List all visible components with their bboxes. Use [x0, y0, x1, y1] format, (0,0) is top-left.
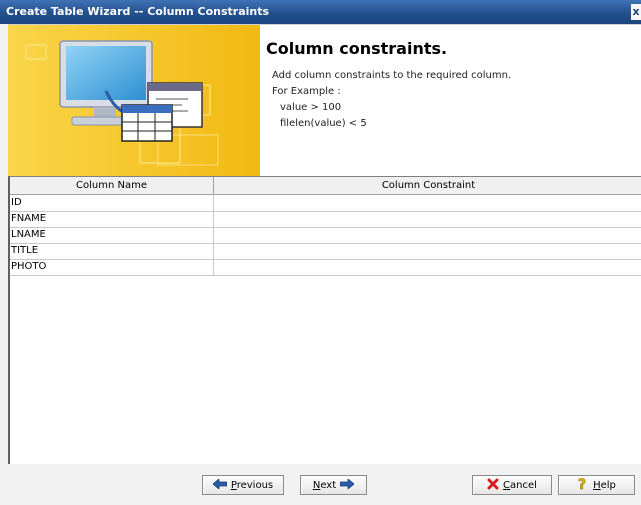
wizard-banner [8, 25, 260, 177]
column-constraint-cell[interactable] [214, 195, 641, 211]
close-icon: x [632, 5, 640, 18]
table-header: Column Name Column Constraint [10, 177, 641, 195]
header-description: Add column constraints to the required c… [272, 68, 511, 132]
cancel-label-mnemonic: C [503, 479, 511, 491]
cancel-label: ancel [510, 479, 537, 491]
next-label: ext [320, 479, 337, 491]
next-button[interactable]: Next [300, 475, 367, 495]
svg-text:?: ? [578, 477, 586, 491]
monitor-to-table-icon [8, 25, 260, 177]
example-line: value > 100 [280, 102, 342, 113]
column-header-constraint[interactable]: Column Constraint [214, 177, 641, 194]
column-header-name[interactable]: Column Name [10, 177, 214, 194]
red-x-icon [487, 478, 499, 492]
page-title: Column constraints. [266, 39, 448, 58]
previous-button[interactable]: Previous [202, 475, 284, 495]
table-row[interactable]: ID [10, 195, 641, 212]
column-constraint-cell[interactable] [214, 259, 641, 275]
description-line: Add column constraints to the required c… [272, 70, 512, 81]
table-row[interactable]: TITLE [10, 243, 641, 260]
arrow-left-icon [212, 478, 228, 491]
close-button[interactable]: x [631, 4, 641, 20]
arrow-right-icon [339, 478, 355, 491]
window-title: Create Table Wizard -- Column Constraint… [6, 5, 270, 18]
constraints-table[interactable]: Column Name Column Constraint ID FNAME L… [8, 176, 641, 466]
question-mark-icon: ? [577, 477, 589, 494]
table-row[interactable]: FNAME [10, 211, 641, 228]
column-name-cell[interactable]: LNAME [10, 227, 214, 243]
help-button[interactable]: ? Help [558, 475, 635, 495]
previous-label: revious [236, 479, 274, 491]
help-label: elp [600, 479, 616, 491]
title-bar[interactable]: Create Table Wizard -- Column Constraint… [0, 0, 641, 24]
column-name-cell[interactable]: ID [10, 195, 214, 211]
column-constraint-cell[interactable] [214, 227, 641, 243]
wizard-footer: Previous Next Cancel ? Help [8, 464, 641, 505]
column-constraint-cell[interactable] [214, 243, 641, 259]
column-name-cell[interactable]: FNAME [10, 211, 214, 227]
table-row[interactable]: PHOTO [10, 259, 641, 276]
wizard-window: Create Table Wizard -- Column Constraint… [0, 0, 641, 505]
table-row[interactable]: LNAME [10, 227, 641, 244]
column-name-cell[interactable]: TITLE [10, 243, 214, 259]
example-line: filelen(value) < 5 [280, 118, 367, 129]
column-name-cell[interactable]: PHOTO [10, 259, 214, 275]
help-label-mnemonic: H [593, 479, 601, 491]
column-constraint-cell[interactable] [214, 211, 641, 227]
wizard-header: Column constraints. Add column constrain… [8, 24, 641, 177]
description-line: For Example : [272, 86, 341, 97]
cancel-button[interactable]: Cancel [472, 475, 552, 495]
